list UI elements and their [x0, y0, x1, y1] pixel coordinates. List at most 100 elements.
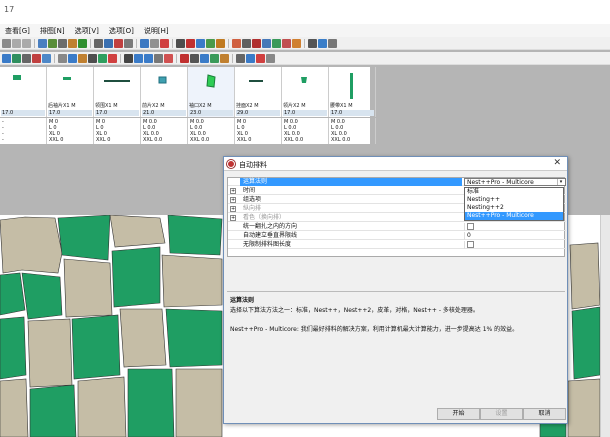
close-icon[interactable]: ✕	[553, 158, 561, 168]
tool-icon[interactable]	[262, 38, 271, 48]
tool-icon[interactable]	[176, 38, 185, 48]
tool-icon[interactable]	[58, 53, 67, 63]
size-column: M 0L 0 XL 0 XXL 0	[94, 118, 141, 144]
tool-icon[interactable]	[88, 53, 97, 63]
tool-icon[interactable]	[114, 38, 123, 48]
chevron-down-icon[interactable]: ▾	[557, 179, 564, 185]
settings-button[interactable]: 设置	[480, 408, 523, 420]
menu-view[interactable]: 查看[G]	[0, 26, 35, 36]
undo-icon[interactable]	[12, 38, 21, 48]
piece-card[interactable]: 袖口X2 M 23.0	[188, 67, 235, 117]
tool-icon[interactable]	[144, 53, 153, 63]
menu-options-v[interactable]: 选项[V]	[70, 26, 104, 36]
tool-icon[interactable]	[328, 38, 337, 48]
tool-icon[interactable]	[12, 53, 21, 63]
tool-icon[interactable]	[266, 53, 275, 63]
expand-icon[interactable]: +	[230, 215, 236, 221]
tool-icon[interactable]	[104, 38, 113, 48]
size-cell: XXL 0	[96, 137, 111, 143]
recycle-icon[interactable]	[78, 38, 87, 48]
tool-icon[interactable]	[160, 38, 169, 48]
start-button[interactable]: 开始	[437, 408, 480, 420]
tool-icon[interactable]	[216, 38, 225, 48]
dropdown-option[interactable]: Nesting++	[465, 196, 563, 204]
dropdown-option[interactable]: Nesting++2	[465, 204, 563, 212]
tool-icon[interactable]	[140, 38, 149, 48]
tool-icon[interactable]	[252, 38, 261, 48]
tool-icon[interactable]	[200, 53, 209, 63]
tool-icon[interactable]	[58, 38, 67, 48]
expand-icon[interactable]: +	[230, 188, 236, 194]
tool-icon[interactable]	[98, 53, 107, 63]
tool-icon[interactable]	[94, 38, 103, 48]
prop-row-unlimited[interactable]: 无限制排料图长度	[228, 241, 566, 249]
tool-icon[interactable]	[42, 53, 51, 63]
tool-icon[interactable]	[282, 38, 291, 48]
window-titlebar: 17	[0, 0, 610, 24]
algorithm-dropdown-list: 标准 Nesting++ Nesting++2 Nest++Pro - Mult…	[464, 187, 564, 221]
tool-icon[interactable]	[272, 38, 281, 48]
tool-icon[interactable]	[150, 38, 159, 48]
piece-shape	[63, 77, 71, 80]
piece-card[interactable]: 腰带X1 M 17.0	[329, 67, 376, 117]
piece-card[interactable]: 17.0	[0, 67, 47, 117]
prop-row-same-direction[interactable]: 统一翻扎之内的方向	[228, 223, 566, 231]
tool-icon[interactable]	[154, 53, 163, 63]
tool-icon[interactable]	[186, 38, 195, 48]
tool-icon[interactable]	[220, 53, 229, 63]
piece-card[interactable]: 前片X2 M 21.0	[141, 67, 188, 117]
expand-icon[interactable]: +	[230, 206, 236, 212]
toolbar-separator	[228, 38, 229, 48]
zoom-icon[interactable]	[124, 38, 133, 48]
tool-icon[interactable]	[68, 53, 77, 63]
tool-icon[interactable]	[68, 38, 77, 48]
expand-icon[interactable]: +	[230, 197, 236, 203]
toolbar-main	[0, 37, 610, 50]
tool-icon[interactable]	[246, 53, 255, 63]
piece-card[interactable]: 挂面X2 M 29.0	[235, 67, 282, 117]
tool-icon[interactable]	[180, 53, 189, 63]
tool-icon[interactable]	[292, 38, 301, 48]
canvas-scrollbar[interactable]	[600, 215, 610, 437]
unlimited-checkbox[interactable]	[467, 241, 474, 248]
piece-card[interactable]: 领片X2 M 17.0	[282, 67, 329, 117]
tool-icon[interactable]	[78, 53, 87, 63]
piece-card[interactable]: 后袖片X1 M 17.0	[47, 67, 94, 117]
tool-icon[interactable]	[242, 38, 251, 48]
menu-options-o[interactable]: 选项[O]	[104, 26, 139, 36]
tool-icon[interactable]	[22, 53, 31, 63]
tool-icon[interactable]	[190, 53, 199, 63]
tool-icon[interactable]	[232, 38, 241, 48]
cancel-button[interactable]: 取消	[523, 408, 566, 420]
open-icon[interactable]	[2, 38, 11, 48]
tool-icon[interactable]	[210, 53, 219, 63]
piece-size: 21.0	[142, 110, 186, 116]
tool-icon[interactable]	[48, 38, 57, 48]
redo-icon[interactable]	[22, 38, 31, 48]
piece-card[interactable]: 领围X1 M 17.0	[94, 67, 141, 117]
tool-icon[interactable]	[308, 38, 317, 48]
tool-icon[interactable]	[124, 53, 133, 63]
tool-icon[interactable]	[196, 38, 205, 48]
menu-help[interactable]: 说明[H]	[139, 26, 174, 36]
tool-icon[interactable]	[256, 53, 265, 63]
tool-icon[interactable]	[318, 38, 327, 48]
tool-icon[interactable]	[236, 53, 245, 63]
tool-icon[interactable]	[134, 53, 143, 63]
prop-row-auto-vertical[interactable]: 自动建立垂直界限线 0	[228, 232, 566, 240]
tool-icon[interactable]	[32, 53, 41, 63]
tool-icon[interactable]	[206, 38, 215, 48]
piece-label: 腰带X1 M	[330, 103, 353, 109]
tool-icon[interactable]	[38, 38, 47, 48]
auto-vertical-value[interactable]: 0	[464, 232, 566, 240]
menu-nesting[interactable]: 排图[N]	[35, 26, 70, 36]
tool-icon[interactable]	[164, 53, 173, 63]
tool-icon[interactable]	[108, 53, 117, 63]
algorithm-select[interactable]: Nest++Pro - Multicore ▾	[464, 178, 566, 186]
prop-row-algorithm[interactable]: 运算法则 Nest++Pro - Multicore ▾	[228, 178, 566, 186]
dropdown-option[interactable]: 标准	[465, 188, 563, 196]
dropdown-option-selected[interactable]: Nest++Pro - Multicore	[465, 212, 563, 220]
prop-name: 自动建立垂直界限线	[243, 232, 298, 239]
same-direction-checkbox[interactable]	[467, 223, 474, 230]
tool-icon[interactable]	[2, 53, 11, 63]
